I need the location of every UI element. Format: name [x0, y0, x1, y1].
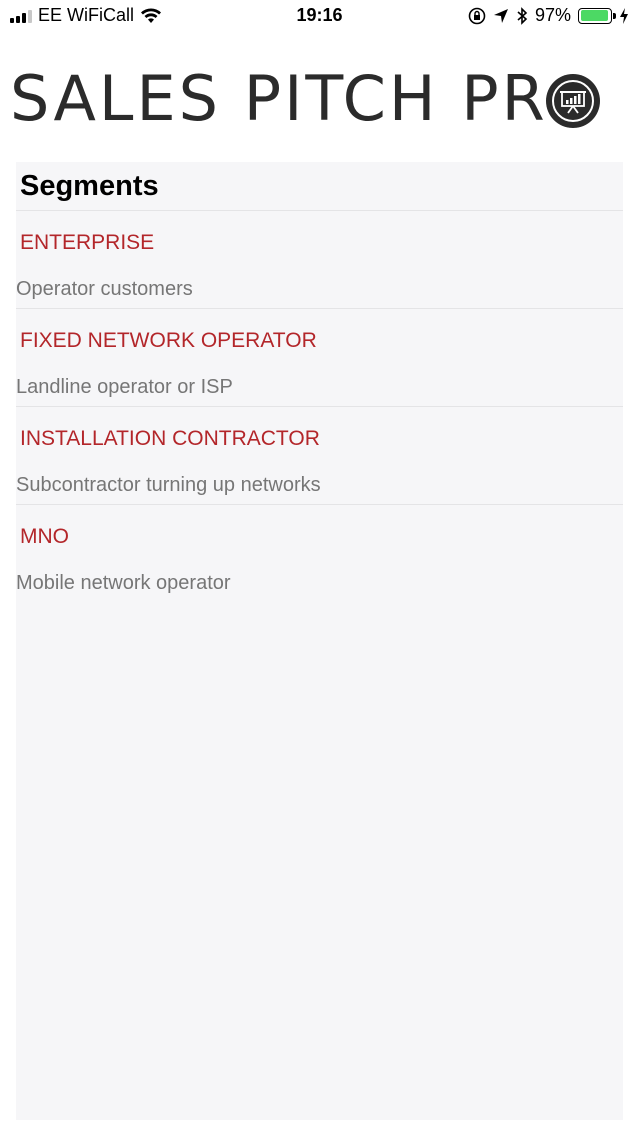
- panel-title: Segments: [16, 162, 623, 211]
- segment-title[interactable]: FIXED NETWORK OPERATOR: [20, 329, 317, 353]
- segment-title[interactable]: MNO: [20, 525, 69, 549]
- bluetooth-icon: [517, 6, 528, 25]
- segment-description: Subcontractor turning up networks: [16, 474, 321, 496]
- segment-item-installation-contractor[interactable]: INSTALLATION CONTRACTOR Subcontractor tu…: [16, 407, 623, 505]
- segments-panel: Segments ENTERPRISE Operator customers F…: [16, 162, 623, 1120]
- segment-item-enterprise[interactable]: ENTERPRISE Operator customers: [16, 211, 623, 309]
- location-icon: [493, 8, 508, 23]
- presentation-board-icon: [545, 74, 600, 128]
- segment-item-mno[interactable]: MNO Mobile network operator: [16, 505, 623, 602]
- segment-title[interactable]: INSTALLATION CONTRACTOR: [20, 427, 320, 451]
- status-bar: EE WiFiCall 19:16 97%: [0, 0, 639, 34]
- charging-icon: [620, 7, 628, 24]
- segment-item-fixed-network-operator[interactable]: FIXED NETWORK OPERATOR Landline operator…: [16, 309, 623, 407]
- status-right: 97%: [468, 5, 629, 26]
- battery-icon: [578, 7, 616, 24]
- battery-percent: 97%: [534, 5, 571, 25]
- logo-text: SALES PITCH PR: [10, 62, 548, 135]
- segment-description: Operator customers: [16, 278, 193, 300]
- orientation-lock-icon: [468, 7, 486, 24]
- segment-title[interactable]: ENTERPRISE: [20, 231, 154, 255]
- app-logo: SALES PITCH PR: [10, 64, 600, 134]
- segment-description: Mobile network operator: [16, 572, 231, 594]
- segment-description: Landline operator or ISP: [16, 376, 233, 398]
